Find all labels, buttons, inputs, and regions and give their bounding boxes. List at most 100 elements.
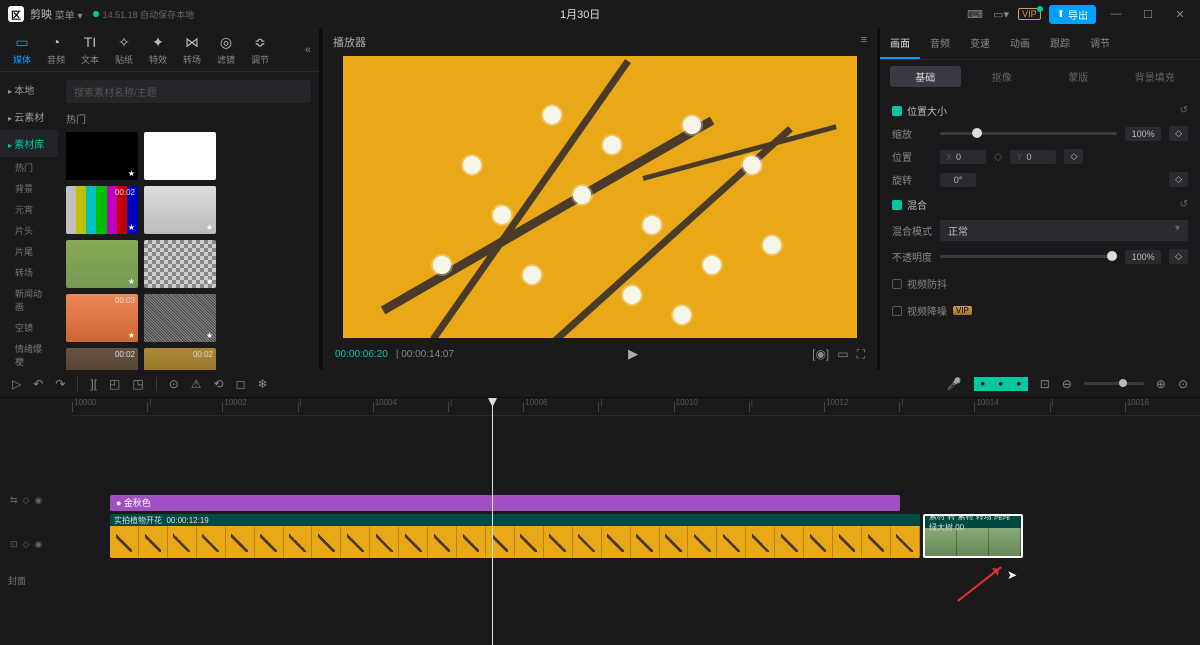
pos-x-input[interactable]: X0 [940,150,986,164]
scale-value[interactable]: 100% [1125,127,1161,141]
tab-audio[interactable]: ◔音频 [42,33,70,66]
opacity-value[interactable]: 100% [1125,250,1161,264]
lock-icon[interactable]: ⇆ [10,495,18,506]
tab-filter[interactable]: ◎滤镜 [212,33,240,66]
tab-sticker[interactable]: ✧贴纸 [110,33,138,66]
inspector-tab-adjust[interactable]: 调节 [1080,28,1120,59]
subtab-bgfill[interactable]: 背景填充 [1120,66,1191,87]
vip-badge[interactable]: VIP [1018,8,1041,20]
zoom-in-icon[interactable]: ⊕ [1156,377,1166,391]
hide-icon[interactable]: ◇ [23,495,30,506]
pointer-tool-icon[interactable]: ▷ [12,377,21,391]
snap-toggle[interactable]: ●●● [974,377,1028,391]
subtab-basic[interactable]: 基础 [890,66,961,87]
inspector-tab-audio[interactable]: 音频 [920,28,960,59]
checkbox-icon[interactable] [892,200,902,210]
preview-track-icon[interactable]: ⊡ [1040,377,1050,391]
video-clip-2-selected[interactable]: 素材 转 素材 转场 纯纯绿大树 00 [923,514,1023,558]
media-thumbnail[interactable]: 00:02★ [66,186,138,234]
layout-icon[interactable]: ▭▾ [992,5,1010,23]
record-icon[interactable]: ⚠ [191,377,202,391]
keyframe-icon[interactable]: ◇ [1169,172,1188,187]
zoom-out-icon[interactable]: ⊖ [1062,377,1072,391]
mic-icon[interactable]: 🎤 [947,377,962,391]
cover-label[interactable]: 封面 [0,558,72,602]
undo-icon[interactable]: ↶ [33,377,43,391]
reset-icon[interactable]: ↺ [1180,105,1188,116]
ratio-icon[interactable]: ▭ [837,347,848,361]
media-thumbnail[interactable]: 00:02★ [66,348,138,370]
media-thumbnail[interactable]: 00:03★ [66,294,138,342]
crop-icon[interactable]: ◻ [236,377,246,391]
compare-icon[interactable]: [◉] [812,347,829,361]
media-thumbnail[interactable]: ★ [144,294,216,342]
stabilize-toggle[interactable]: 视频防抖 [892,276,1188,291]
inspector-tab-animation[interactable]: 动画 [1000,28,1040,59]
zoom-fit-icon[interactable]: ⊙ [1178,377,1188,391]
nav-sub[interactable]: 转场 [0,262,58,283]
keyframe-icon[interactable]: ◇ [1169,126,1188,141]
timeline-tracks[interactable]: 10000|10002|10004|10006|10010|10012|1001… [72,398,1200,645]
reset-icon[interactable]: ↺ [1180,199,1188,210]
keyframe-icon[interactable]: ◇ [1064,149,1083,164]
eye-icon[interactable]: ◉ [34,539,42,550]
tab-effect[interactable]: ✦特效 [144,33,172,66]
scale-slider[interactable] [940,132,1117,135]
reverse-icon[interactable]: ⟲ [214,377,224,391]
subtab-mask[interactable]: 蒙版 [1043,66,1114,87]
video-track[interactable]: 实拍植物开花 00:00:12:19 素材 转 素材 转场 纯纯绿大树 00 [110,514,1060,558]
shortcuts-icon[interactable]: ⌨ [966,5,984,23]
main-menu[interactable]: 菜单 ▾ [52,7,83,22]
nav-sub[interactable]: 背景 [0,178,58,199]
playhead[interactable] [492,398,493,645]
pos-y-input[interactable]: Y0 [1010,150,1056,164]
nav-sub[interactable]: 空镜 [0,317,58,338]
media-thumbnail[interactable]: ★ [144,132,216,180]
keyframe-icon[interactable]: ◇ [1169,249,1188,264]
blend-mode-select[interactable]: 正常▾ [940,220,1188,241]
inspector-tab-tracking[interactable]: 跟踪 [1040,28,1080,59]
preview-icon[interactable]: ⊙ [169,377,179,391]
minimize-button[interactable]: — [1104,8,1128,20]
nav-sub[interactable]: 情绪爆梗 [0,338,58,370]
filter-clip[interactable]: ● 金秋色 [110,495,900,511]
media-search-input[interactable]: 搜索素材名称/主题 [66,80,311,103]
subtab-cutout[interactable]: 抠像 [967,66,1038,87]
nav-local[interactable]: 本地 [0,76,58,103]
split-icon[interactable]: ]​[ [90,377,97,391]
nav-library[interactable]: 素材库 [0,130,58,157]
denoise-toggle[interactable]: 视频降噪VIP [892,303,1188,318]
zoom-slider[interactable] [1084,382,1144,385]
inspector-tab-speed[interactable]: 变速 [960,28,1000,59]
fullscreen-icon[interactable]: ⛶ [857,347,865,362]
tab-text[interactable]: TI文本 [76,33,104,66]
close-button[interactable]: ✕ [1168,8,1192,21]
rotate-value[interactable]: 0° [940,173,976,187]
maximize-button[interactable]: ☐ [1136,8,1160,21]
export-button[interactable]: ⬆ 导出 [1049,5,1096,24]
media-thumbnail[interactable]: ★ [144,186,216,234]
tab-media[interactable]: ▭媒体 [8,33,36,66]
media-thumbnail[interactable]: 00:02★ [144,348,216,370]
tab-adjust[interactable]: ≎调节 [246,33,274,66]
media-thumbnail[interactable]: ★ [66,132,138,180]
play-button[interactable]: ▶ [462,346,804,362]
nav-cloud[interactable]: 云素材 [0,103,58,130]
inspector-tab-picture[interactable]: 画面 [880,28,920,59]
collapse-icon[interactable]: « [305,44,311,56]
nav-sub[interactable]: 热门 [0,157,58,178]
hide-icon[interactable]: ◇ [23,539,30,550]
nav-sub[interactable]: 片尾 [0,241,58,262]
freeze-icon[interactable]: ❄ [258,377,268,391]
delete-left-icon[interactable]: ◰ [109,377,120,391]
tab-transition[interactable]: ⋈转场 [178,33,206,66]
media-thumbnail[interactable]: ★ [66,240,138,288]
media-thumbnail[interactable]: ★ [144,240,216,288]
nav-sub[interactable]: 元宵 [0,199,58,220]
nav-sub[interactable]: 新闻动画 [0,283,58,317]
lock-icon[interactable]: ⊡ [10,539,18,550]
eye-icon[interactable]: ◉ [34,495,42,506]
preview-menu-icon[interactable]: ≡ [861,34,867,50]
opacity-slider[interactable] [940,255,1117,258]
preview-viewport[interactable] [343,56,857,338]
